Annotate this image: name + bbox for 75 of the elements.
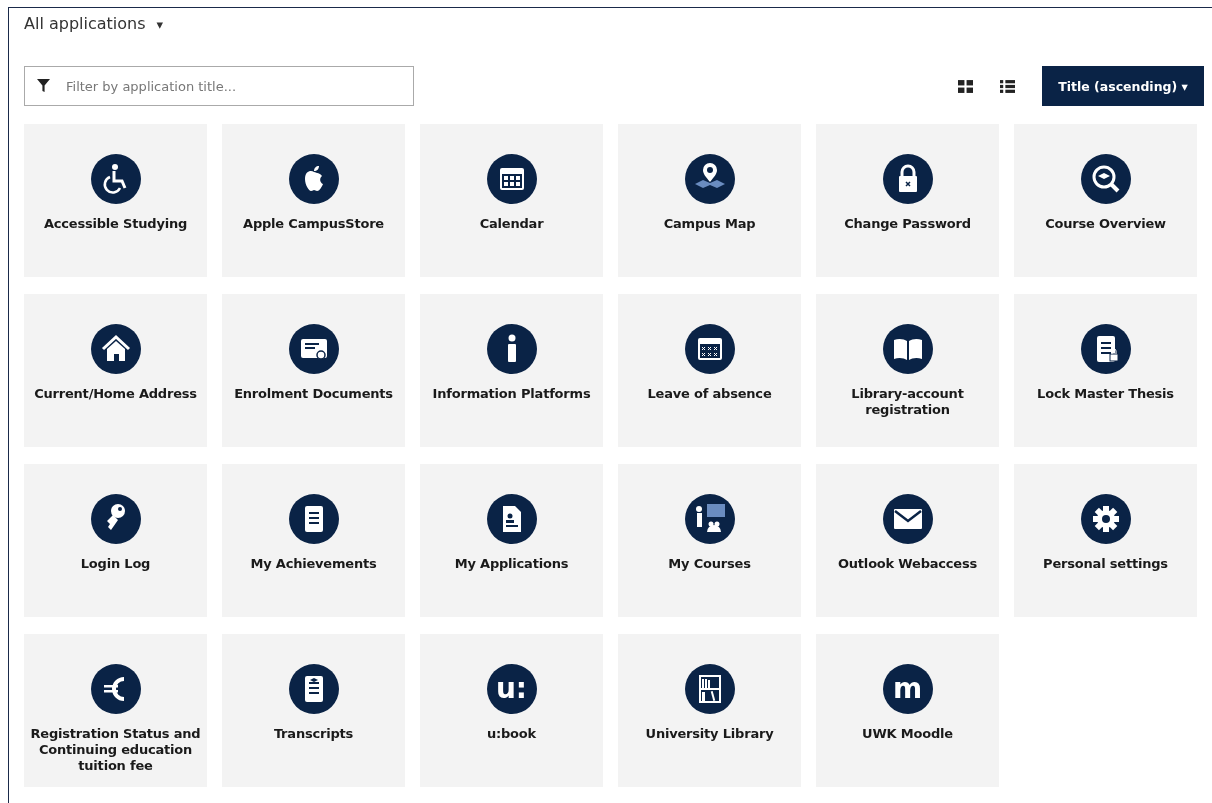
grid-view-icon[interactable] bbox=[958, 79, 973, 93]
tile-label: Registration Status and Continuing education tuition fee bbox=[29, 726, 202, 774]
app-tile[interactable]: Campus Map bbox=[618, 124, 801, 277]
apple-icon bbox=[288, 154, 339, 204]
tile-label: My Applications bbox=[453, 556, 570, 572]
envelope-icon bbox=[882, 494, 933, 544]
app-tile[interactable]: Change Password bbox=[816, 124, 999, 277]
app-tile[interactable]: Outlook Webaccess bbox=[816, 464, 999, 617]
teacher-icon bbox=[684, 494, 735, 544]
document-icon bbox=[486, 494, 537, 544]
euro-icon bbox=[90, 664, 141, 714]
app-tile[interactable]: Registration Status and Continuing education tuition fee bbox=[24, 634, 207, 787]
tile-label: Enrolment Documents bbox=[233, 386, 394, 402]
tile-label: u:book bbox=[485, 726, 538, 742]
letter-logo: m bbox=[882, 664, 933, 714]
app-tile[interactable]: My Achievements bbox=[222, 464, 405, 617]
tile-label: My Achievements bbox=[249, 556, 378, 572]
section-dropdown[interactable]: All applications ▾ bbox=[24, 13, 164, 33]
info-icon bbox=[486, 324, 537, 374]
tile-label: Library-account registration bbox=[850, 386, 965, 418]
app-tile[interactable]: Information Platforms bbox=[420, 294, 603, 447]
wheelchair-icon bbox=[90, 154, 141, 204]
tile-label: Personal settings bbox=[1042, 556, 1169, 572]
tile-label: Leave of absence bbox=[646, 386, 773, 402]
app-tile[interactable]: Accessible Studying bbox=[24, 124, 207, 277]
app-tile[interactable]: Lock Master Thesis bbox=[1014, 294, 1197, 447]
app-tile[interactable]: University Library bbox=[618, 634, 801, 787]
app-tile[interactable]: My Courses bbox=[618, 464, 801, 617]
filter-field[interactable]: Filter by application title... bbox=[24, 66, 414, 106]
open-book-icon bbox=[882, 324, 933, 374]
tile-label: Apple CampusStore bbox=[242, 216, 385, 232]
bookshelf-icon bbox=[684, 664, 735, 714]
sort-button[interactable]: Title (ascending) ▾ bbox=[1042, 66, 1204, 106]
app-tile[interactable]: Current/Home Address bbox=[24, 294, 207, 447]
app-tile[interactable]: My Applications bbox=[420, 464, 603, 617]
calendar-icon bbox=[684, 324, 735, 374]
app-tile[interactable]: Login Log bbox=[24, 464, 207, 617]
app-tile[interactable]: Library-account registration bbox=[816, 294, 999, 447]
letter-logo: u: bbox=[486, 664, 537, 714]
document-icon bbox=[288, 664, 339, 714]
house-icon bbox=[90, 324, 141, 374]
tile-label: Calendar bbox=[478, 216, 545, 232]
tile-label: UWK Moodle bbox=[861, 726, 954, 742]
calendar-icon bbox=[486, 154, 537, 204]
app-tile[interactable]: u: u:book bbox=[420, 634, 603, 787]
tile-label: University Library bbox=[644, 726, 775, 742]
key-icon bbox=[90, 494, 141, 544]
tile-label: Lock Master Thesis bbox=[1036, 386, 1175, 402]
settings-icon bbox=[1080, 494, 1131, 544]
app-tile[interactable]: Personal settings bbox=[1014, 464, 1197, 617]
app-tile[interactable]: m UWK Moodle bbox=[816, 634, 999, 787]
tile-label: Current/Home Address bbox=[33, 386, 198, 402]
tile-label: Change Password bbox=[843, 216, 972, 232]
tile-label: Outlook Webaccess bbox=[836, 556, 979, 572]
tile-label: Information Platforms bbox=[431, 386, 592, 402]
tile-label: My Courses bbox=[667, 556, 752, 572]
app-tile[interactable]: Enrolment Documents bbox=[222, 294, 405, 447]
app-tile[interactable]: Apple CampusStore bbox=[222, 124, 405, 277]
certificate-icon bbox=[288, 324, 339, 374]
tile-label: Login Log bbox=[79, 556, 152, 572]
document-lock-icon bbox=[1080, 324, 1131, 374]
magnifier-icon bbox=[1080, 154, 1131, 204]
tile-label: Course Overview bbox=[1044, 216, 1167, 232]
app-tile[interactable]: Transcripts bbox=[222, 634, 405, 787]
padlock-icon bbox=[882, 154, 933, 204]
tile-label: Transcripts bbox=[272, 726, 355, 742]
map-pin-icon bbox=[684, 154, 735, 204]
list-view-icon[interactable] bbox=[1000, 79, 1015, 93]
tile-label: Accessible Studying bbox=[42, 216, 189, 232]
tile-label: Campus Map bbox=[662, 216, 757, 232]
document-icon bbox=[288, 494, 339, 544]
filter-icon bbox=[37, 79, 50, 92]
app-tile[interactable]: Calendar bbox=[420, 124, 603, 277]
app-tile[interactable]: Leave of absence bbox=[618, 294, 801, 447]
app-tile[interactable]: Course Overview bbox=[1014, 124, 1197, 277]
